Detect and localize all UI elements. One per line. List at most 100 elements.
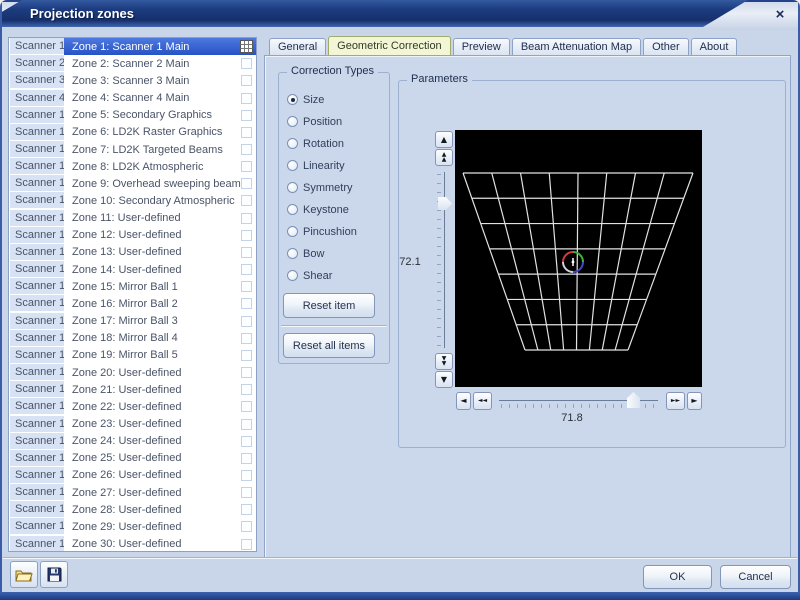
- list-item[interactable]: Scanner 3Zone 3: Scanner 3 Main: [9, 72, 256, 89]
- zone-checkbox[interactable]: [241, 93, 252, 104]
- v-slider-down-button[interactable]: ▼: [435, 371, 453, 388]
- parameters-label: Parameters: [407, 73, 472, 85]
- zone-checkbox[interactable]: [241, 281, 252, 292]
- zone-checkbox[interactable]: [241, 419, 252, 430]
- zone-label: Zone 23: User-defined: [64, 418, 241, 430]
- zone-checkbox[interactable]: [241, 436, 252, 447]
- list-item[interactable]: Scanner 1Zone 20: User-defined: [9, 364, 256, 381]
- zone-label: Zone 20: User-defined: [64, 367, 241, 379]
- zone-checkbox[interactable]: [241, 75, 252, 86]
- list-item[interactable]: Scanner 1Zone 19: Mirror Ball 5: [9, 347, 256, 364]
- zone-label: Zone 13: User-defined: [64, 246, 241, 258]
- radio-bow[interactable]: Bow: [287, 248, 357, 259]
- reset-item-button[interactable]: Reset item: [283, 293, 375, 318]
- zone-checkbox[interactable]: [241, 247, 252, 258]
- close-icon[interactable]: ×: [770, 4, 790, 24]
- list-item[interactable]: Scanner 1Zone 5: Secondary Graphics: [9, 107, 256, 124]
- v-slider-up-button[interactable]: ▲: [435, 131, 453, 148]
- zone-checkbox[interactable]: [241, 453, 252, 464]
- list-item[interactable]: Scanner 1Zone 11: User-defined: [9, 210, 256, 227]
- tab-about[interactable]: About: [691, 38, 738, 55]
- tab-other[interactable]: Other: [643, 38, 689, 55]
- h-slider-page-right-button[interactable]: ►►: [666, 392, 685, 410]
- title-bar[interactable]: Projection zones ×: [0, 0, 800, 30]
- ok-button[interactable]: OK: [643, 565, 712, 589]
- cancel-button[interactable]: Cancel: [720, 565, 791, 589]
- zone-checkbox[interactable]: [241, 367, 252, 378]
- list-item[interactable]: Scanner 1Zone 10: Secondary Atmospheric: [9, 192, 256, 209]
- open-file-button[interactable]: [10, 561, 38, 588]
- h-slider-left-button[interactable]: ◄: [456, 392, 471, 410]
- radio-linearity[interactable]: Linearity: [287, 160, 357, 171]
- radio-symmetry[interactable]: Symmetry: [287, 182, 357, 193]
- scanner-label: Scanner 1: [10, 244, 64, 260]
- zone-list[interactable]: Scanner 1Zone 1: Scanner 1 MainScanner 2…: [8, 37, 257, 552]
- list-item[interactable]: Scanner 1Zone 24: User-defined: [9, 433, 256, 450]
- list-item[interactable]: Scanner 1Zone 27: User-defined: [9, 484, 256, 501]
- zone-checkbox[interactable]: [241, 264, 252, 275]
- list-item[interactable]: Scanner 1Zone 15: Mirror Ball 1: [9, 278, 256, 295]
- zone-checkbox[interactable]: [241, 127, 252, 138]
- list-item[interactable]: Scanner 1Zone 22: User-defined: [9, 398, 256, 415]
- zone-checkbox[interactable]: [241, 384, 252, 395]
- zone-checkbox[interactable]: [241, 298, 252, 309]
- radio-keystone[interactable]: Keystone: [287, 204, 357, 215]
- radio-position[interactable]: Position: [287, 116, 357, 127]
- zone-checkbox[interactable]: [241, 178, 252, 189]
- zone-checkbox[interactable]: [241, 144, 252, 155]
- list-item[interactable]: Scanner 1Zone 23: User-defined: [9, 415, 256, 432]
- zone-checkbox[interactable]: [241, 230, 252, 241]
- list-item[interactable]: Scanner 1Zone 21: User-defined: [9, 381, 256, 398]
- correction-options: Size Position Rotation Linearity Symmetry Key…: [287, 94, 357, 292]
- zone-checkbox[interactable]: [241, 213, 252, 224]
- list-item[interactable]: Scanner 4Zone 4: Scanner 4 Main: [9, 89, 256, 106]
- zone-checkbox[interactable]: [241, 504, 252, 515]
- zone-checkbox[interactable]: [241, 333, 252, 344]
- list-item[interactable]: Scanner 1Zone 8: LD2K Atmospheric: [9, 158, 256, 175]
- list-item[interactable]: Scanner 1Zone 14: User-defined: [9, 261, 256, 278]
- list-item[interactable]: Scanner 1Zone 25: User-defined: [9, 450, 256, 467]
- zone-label: Zone 1: Scanner 1 Main: [64, 41, 240, 53]
- zone-checkbox[interactable]: [241, 521, 252, 532]
- zone-checkbox[interactable]: [241, 161, 252, 172]
- list-item[interactable]: Scanner 2Zone 2: Scanner 2 Main: [9, 55, 256, 72]
- list-item[interactable]: Scanner 1Zone 6: LD2K Raster Graphics: [9, 124, 256, 141]
- zone-checkbox[interactable]: [241, 470, 252, 481]
- list-item[interactable]: Scanner 1Zone 18: Mirror Ball 4: [9, 330, 256, 347]
- v-slider-page-down-button[interactable]: ▼ ▼: [435, 353, 453, 370]
- list-item[interactable]: Scanner 1Zone 13: User-defined: [9, 244, 256, 261]
- tab-beam-attenuation-map[interactable]: Beam Attenuation Map: [512, 38, 641, 55]
- list-item[interactable]: Scanner 1Zone 16: Mirror Ball 2: [9, 295, 256, 312]
- tab-general[interactable]: General: [269, 38, 326, 55]
- tab-geometric-correction[interactable]: Geometric Correction: [328, 36, 451, 55]
- h-slider-right-button[interactable]: ►: [687, 392, 702, 410]
- scanner-label: Scanner 1: [10, 278, 64, 294]
- zone-checkbox[interactable]: [241, 58, 252, 69]
- list-item[interactable]: Scanner 1Zone 29: User-defined: [9, 518, 256, 535]
- v-slider-page-up-button[interactable]: ▲ ▲: [435, 149, 453, 166]
- reset-all-items-button[interactable]: Reset all items: [283, 333, 375, 358]
- tab-preview[interactable]: Preview: [453, 38, 510, 55]
- radio-pincushion[interactable]: Pincushion: [287, 226, 357, 237]
- h-slider-page-left-button[interactable]: ◄◄: [473, 392, 492, 410]
- list-item[interactable]: Scanner 1Zone 12: User-defined: [9, 227, 256, 244]
- save-file-button[interactable]: [40, 561, 68, 588]
- list-item[interactable]: Scanner 1Zone 1: Scanner 1 Main: [9, 38, 256, 55]
- zone-checkbox[interactable]: [241, 316, 252, 327]
- zone-checkbox[interactable]: [241, 110, 252, 121]
- radio-size[interactable]: Size: [287, 94, 357, 105]
- zone-checkbox[interactable]: [241, 350, 252, 361]
- list-item[interactable]: Scanner 1Zone 7: LD2K Targeted Beams: [9, 141, 256, 158]
- radio-shear[interactable]: Shear: [287, 270, 357, 281]
- list-item[interactable]: Scanner 1Zone 17: Mirror Ball 3: [9, 313, 256, 330]
- list-item[interactable]: Scanner 1Zone 9: Overhead sweeping beams: [9, 175, 256, 192]
- radio-rotation[interactable]: Rotation: [287, 138, 357, 149]
- zone-checkbox[interactable]: [241, 487, 252, 498]
- zone-checkbox[interactable]: [241, 401, 252, 412]
- projection-grid-canvas[interactable]: [455, 130, 702, 387]
- list-item[interactable]: Scanner 1Zone 30: User-defined: [9, 536, 256, 552]
- zone-checkbox[interactable]: [241, 195, 252, 206]
- list-item[interactable]: Scanner 1Zone 28: User-defined: [9, 501, 256, 518]
- zone-checkbox[interactable]: [241, 539, 252, 550]
- list-item[interactable]: Scanner 1Zone 26: User-defined: [9, 467, 256, 484]
